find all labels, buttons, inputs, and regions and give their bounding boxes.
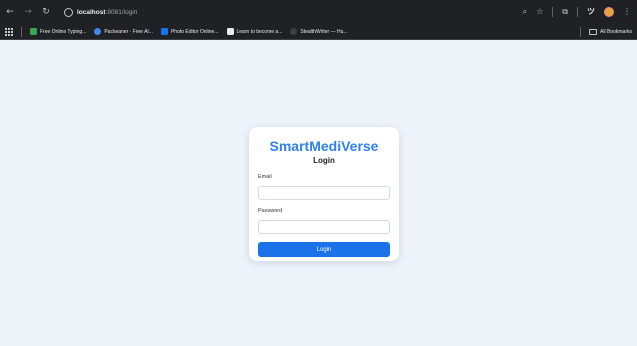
site-info-icon[interactable]: [64, 7, 73, 17]
email-field[interactable]: [258, 186, 390, 200]
zoom-icon[interactable]: ⌕: [523, 7, 527, 17]
bookmark-item[interactable]: Free Online Typing...: [30, 28, 86, 35]
all-bookmarks-button[interactable]: All Bookmarks: [589, 28, 632, 35]
photo-icon: [160, 28, 168, 35]
forward-arrow-icon[interactable]: →: [22, 6, 34, 18]
dot-icon: [290, 28, 298, 35]
brand-title: SmartMediVerse: [269, 138, 379, 154]
login-card: SmartMediVerse Login Email Password Logi…: [249, 127, 399, 261]
login-button[interactable]: Login: [258, 242, 390, 257]
extension-icon[interactable]: ツ: [587, 7, 595, 17]
password-label: Password: [258, 208, 283, 214]
check-icon: [30, 28, 37, 35]
browser-toolbar: ← → ↻ localhost:8081/login ⌕ ☆ ⧉ ツ ⋮: [0, 0, 637, 24]
password-field[interactable]: [258, 220, 390, 234]
divider: [580, 26, 582, 37]
bookmarks-bar: Free Online Typing... Packeaner · Free A…: [0, 24, 637, 40]
bookmark-item[interactable]: Learn to become a...: [226, 28, 282, 35]
divider: [21, 26, 22, 37]
page-title: Login: [313, 156, 335, 165]
menu-kebab-icon[interactable]: ⋮: [623, 7, 631, 17]
divider: [577, 7, 578, 17]
bookmark-item[interactable]: Photo Editor Online...: [160, 28, 219, 35]
url-text: localhost:8081/login: [77, 8, 138, 16]
circle-icon: [94, 28, 102, 35]
back-arrow-icon[interactable]: ←: [4, 6, 16, 18]
profile-avatar[interactable]: [604, 7, 614, 17]
bookmark-item[interactable]: Packeaner · Free AI...: [94, 28, 153, 35]
apps-grid-icon[interactable]: [5, 27, 13, 36]
folder-icon: [589, 28, 598, 35]
bookmark-item[interactable]: StealthWriter — Hu...: [290, 28, 348, 35]
address-bar[interactable]: localhost:8081/login: [58, 4, 143, 20]
divider: [552, 7, 554, 17]
reload-icon[interactable]: ↻: [40, 6, 52, 18]
extensions-icon[interactable]: ⧉: [562, 7, 568, 17]
star-icon[interactable]: ☆: [536, 7, 543, 17]
book-icon: [226, 28, 234, 35]
email-label: Email: [258, 174, 272, 180]
